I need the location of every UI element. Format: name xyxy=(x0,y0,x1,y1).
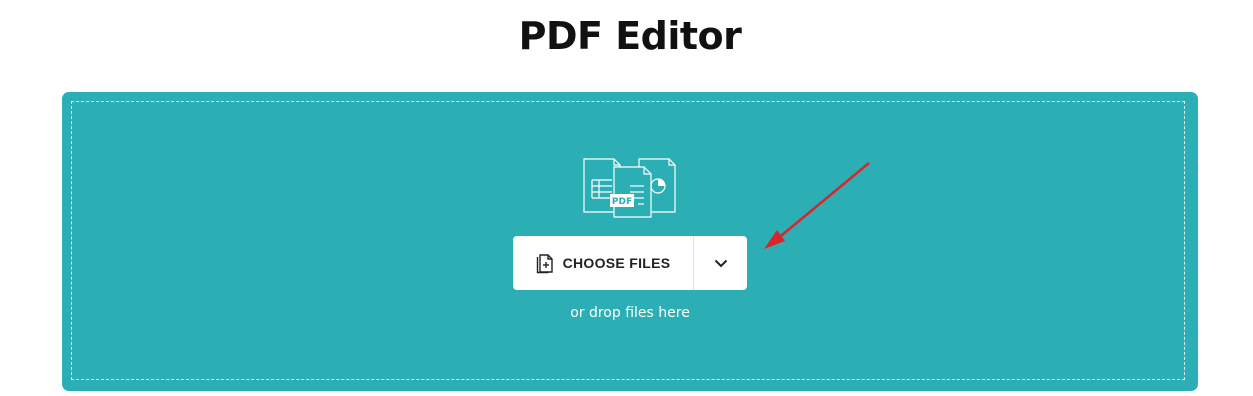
upload-source-dropdown-button[interactable] xyxy=(694,236,747,290)
pdf-badge-text: PDF xyxy=(612,197,632,207)
chevron-down-icon xyxy=(714,259,727,267)
file-plus-icon xyxy=(536,254,553,274)
choose-files-label: CHOOSE FILES xyxy=(562,255,671,271)
choose-files-button[interactable]: CHOOSE FILES xyxy=(513,236,693,290)
choose-files-group: CHOOSE FILES xyxy=(513,236,747,290)
drop-files-hint: or drop files here xyxy=(570,305,690,321)
file-drop-zone[interactable]: PDF CHOOSE FILES or drop files here xyxy=(62,92,1198,391)
documents-illustration-icon: PDF xyxy=(583,158,676,218)
page-title: PDF Editor xyxy=(518,14,742,58)
